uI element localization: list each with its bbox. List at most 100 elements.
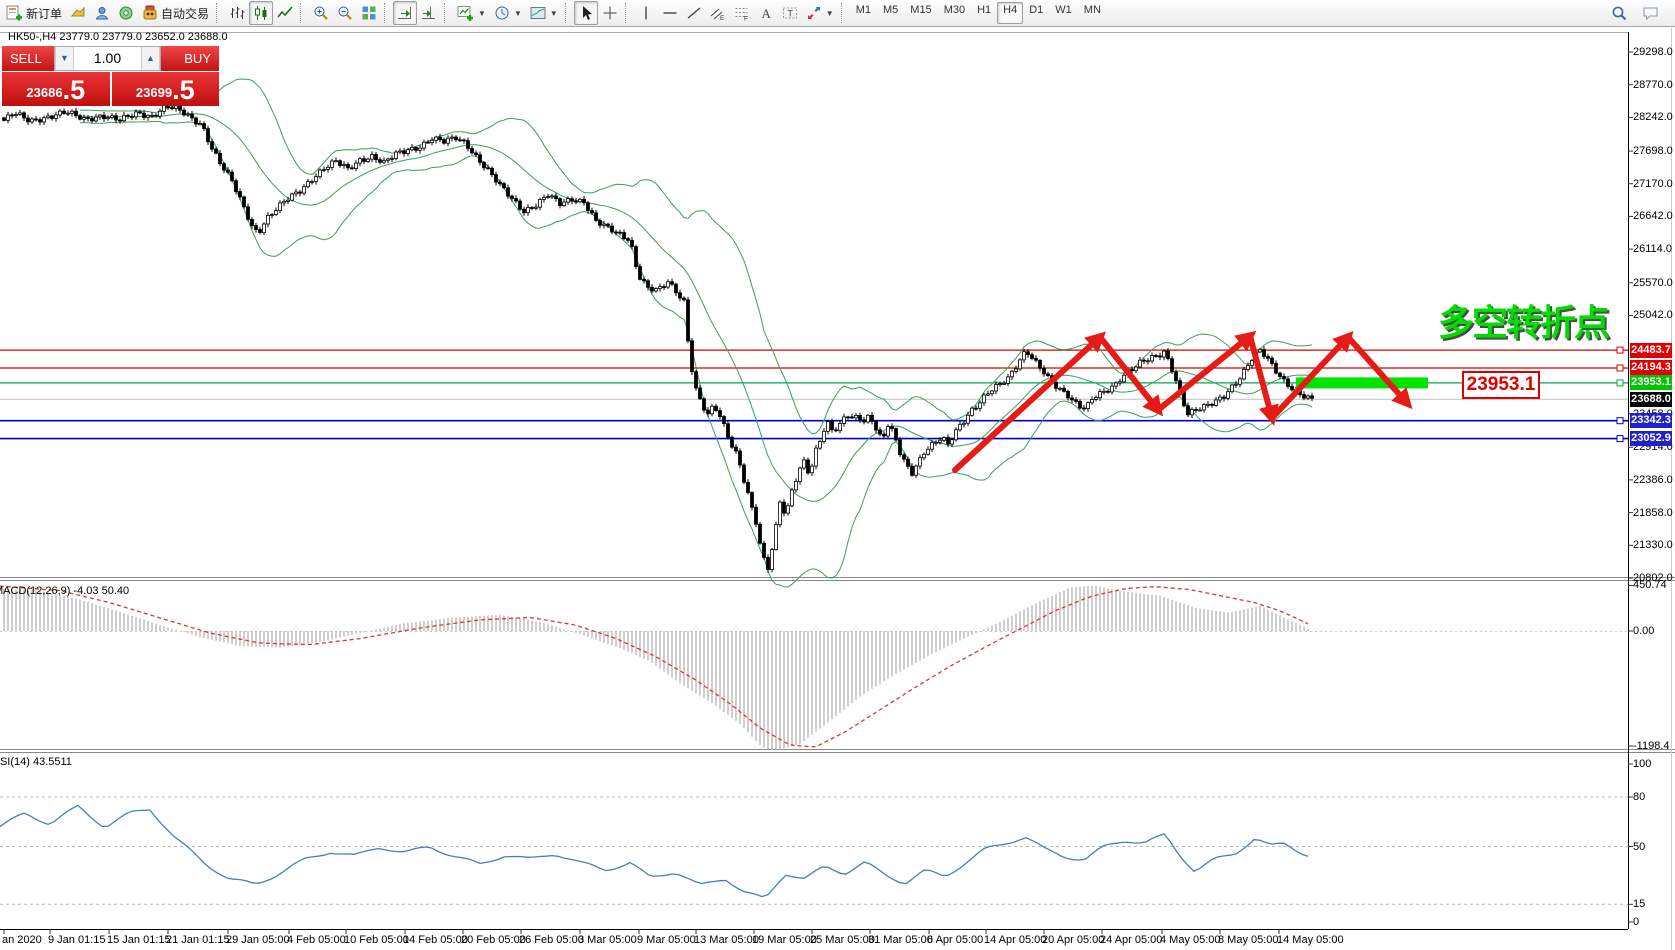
tile-windows-icon <box>361 5 377 21</box>
auto-scroll-icon <box>397 5 413 21</box>
favorites-button[interactable] <box>66 1 90 25</box>
timeframe-h4-button[interactable]: H4 <box>997 2 1023 24</box>
fibonacci-button[interactable]: F <box>730 1 754 25</box>
vertical-line-button[interactable] <box>634 1 658 25</box>
timeframe-h1-button[interactable]: H1 <box>971 2 997 24</box>
cursor-icon <box>578 5 594 21</box>
cursor-button[interactable] <box>574 1 598 25</box>
templates-icon <box>530 5 546 21</box>
text-label-icon: T <box>782 5 798 21</box>
price-chart[interactable] <box>0 28 1675 950</box>
fibonacci-icon: F <box>734 5 750 21</box>
buy-button[interactable]: BUY <box>161 46 219 71</box>
sell-button[interactable]: SELL <box>2 46 54 71</box>
timeframe-m5-button[interactable]: M5 <box>877 2 904 24</box>
zoom-in-icon <box>313 5 329 21</box>
new-order-icon <box>6 5 23 21</box>
zoom-out-button[interactable] <box>333 1 357 25</box>
equidistant-channel-button[interactable]: E <box>706 1 730 25</box>
one-click-trading-panel: SELL ▼ 1.00 ▲ BUY 23686.5 23699.5 <box>2 46 219 106</box>
chart-shift-icon <box>421 5 437 21</box>
candlestick-chart-button[interactable] <box>249 1 273 25</box>
trendline-button[interactable] <box>682 1 706 25</box>
market-watch-icon <box>94 5 110 21</box>
toolbar-separator <box>841 3 847 23</box>
macd-indicator-label: MACD(12,26,9) -4.03 50.40 <box>0 585 129 597</box>
auto-trading-label: 自动交易 <box>161 5 209 22</box>
timeframe-m30-button[interactable]: M30 <box>938 2 971 24</box>
signals-button[interactable] <box>114 1 138 25</box>
chart-ohlc-title: HK50-,H4 23779.0 23779.0 23652.0 23688.0 <box>8 31 228 43</box>
crosshair-button[interactable] <box>598 1 622 25</box>
horizontal-line-button[interactable] <box>658 1 682 25</box>
buy-price-frac: .5 <box>172 77 195 104</box>
tile-windows-button[interactable] <box>357 1 381 25</box>
chat-icon <box>1642 5 1661 21</box>
auto-trading-icon <box>142 5 158 21</box>
market-watch-button[interactable] <box>90 1 114 25</box>
chart-window[interactable]: 29298.028770.028242.027698.027170.026642… <box>0 28 1675 950</box>
horizontal-line-icon <box>662 5 678 21</box>
zoom-in-button[interactable] <box>309 1 333 25</box>
text-label-button[interactable]: T <box>778 1 802 25</box>
buy-price[interactable]: 23699.5 <box>112 72 220 106</box>
sell-price-frac: .5 <box>63 77 86 104</box>
favorites-icon <box>70 5 86 21</box>
toolbar: 新订单 自动交易 ▼ ▼ ▼ E F AT ▼ M1M5M15M30H1H4D1W1MN <box>0 0 1675 27</box>
vertical-line-icon <box>638 5 654 21</box>
toolbar-separator <box>300 3 306 23</box>
text-button[interactable]: A <box>754 1 778 25</box>
toolbar-separator <box>444 3 450 23</box>
toolbar-separator <box>565 3 571 23</box>
svg-text:A: A <box>761 6 771 21</box>
svg-text:F: F <box>744 16 748 22</box>
toolbar-separator <box>625 3 631 23</box>
text-icon: A <box>758 5 774 21</box>
zoom-out-icon <box>337 5 353 21</box>
line-chart-button[interactable] <box>273 1 297 25</box>
timeframe-d1-button[interactable]: D1 <box>1023 2 1049 24</box>
periods-clock-icon <box>494 5 510 21</box>
trendline-icon <box>686 5 702 21</box>
rsi-indicator-label: RSI(14) 43.5511 <box>0 756 72 768</box>
chevron-down-icon: ▼ <box>514 9 522 18</box>
timeframe-mn-button[interactable]: MN <box>1078 2 1107 24</box>
chat-button[interactable] <box>1638 1 1665 25</box>
sell-price-main: 23686 <box>26 82 62 104</box>
volume-increase-button[interactable]: ▲ <box>141 47 160 70</box>
search-icon <box>1611 5 1628 22</box>
auto-scroll-button[interactable] <box>393 1 417 25</box>
volume-decrease-button[interactable]: ▼ <box>55 47 74 70</box>
bar-chart-button[interactable] <box>225 1 249 25</box>
line-chart-icon <box>277 5 293 21</box>
new-order-button[interactable]: 新订单 <box>2 1 66 25</box>
crosshair-icon <box>602 5 618 21</box>
sell-price[interactable]: 23686.5 <box>2 72 110 106</box>
signals-icon <box>118 5 134 21</box>
timeframe-w1-button[interactable]: W1 <box>1049 2 1078 24</box>
periods-clock-button[interactable]: ▼ <box>490 1 526 25</box>
volume-input[interactable]: 1.00 <box>74 47 141 70</box>
templates-button[interactable]: ▼ <box>526 1 562 25</box>
annotation-text: 多空转折点 <box>1438 294 1608 346</box>
auto-trading-button[interactable]: 自动交易 <box>138 1 213 25</box>
arrows-icon <box>806 5 822 21</box>
new-chart-button[interactable]: ▼ <box>453 1 490 25</box>
toolbar-separator <box>216 3 222 23</box>
arrows-button[interactable]: ▼ <box>802 1 838 25</box>
chevron-down-icon: ▼ <box>478 9 486 18</box>
volume-spinner: ▼ 1.00 ▲ <box>54 46 161 71</box>
new-chart-icon <box>457 5 474 21</box>
timeframe-m1-button[interactable]: M1 <box>850 2 877 24</box>
candlestick-chart-icon <box>253 5 269 21</box>
equidistant-channel-icon: E <box>710 5 726 21</box>
chart-shift-button[interactable] <box>417 1 441 25</box>
price-tag-box: 23953.1 <box>1462 371 1540 399</box>
new-order-label: 新订单 <box>26 5 62 22</box>
terminal-window: 新订单 自动交易 ▼ ▼ ▼ E F AT ▼ M1M5M15M30H1H4D1W1MN 2929… <box>0 0 1675 950</box>
chevron-down-icon: ▼ <box>826 9 834 18</box>
toolbar-separator <box>384 3 390 23</box>
svg-text:E: E <box>720 15 725 21</box>
timeframe-m15-button[interactable]: M15 <box>904 2 937 24</box>
search-button[interactable] <box>1607 1 1632 25</box>
